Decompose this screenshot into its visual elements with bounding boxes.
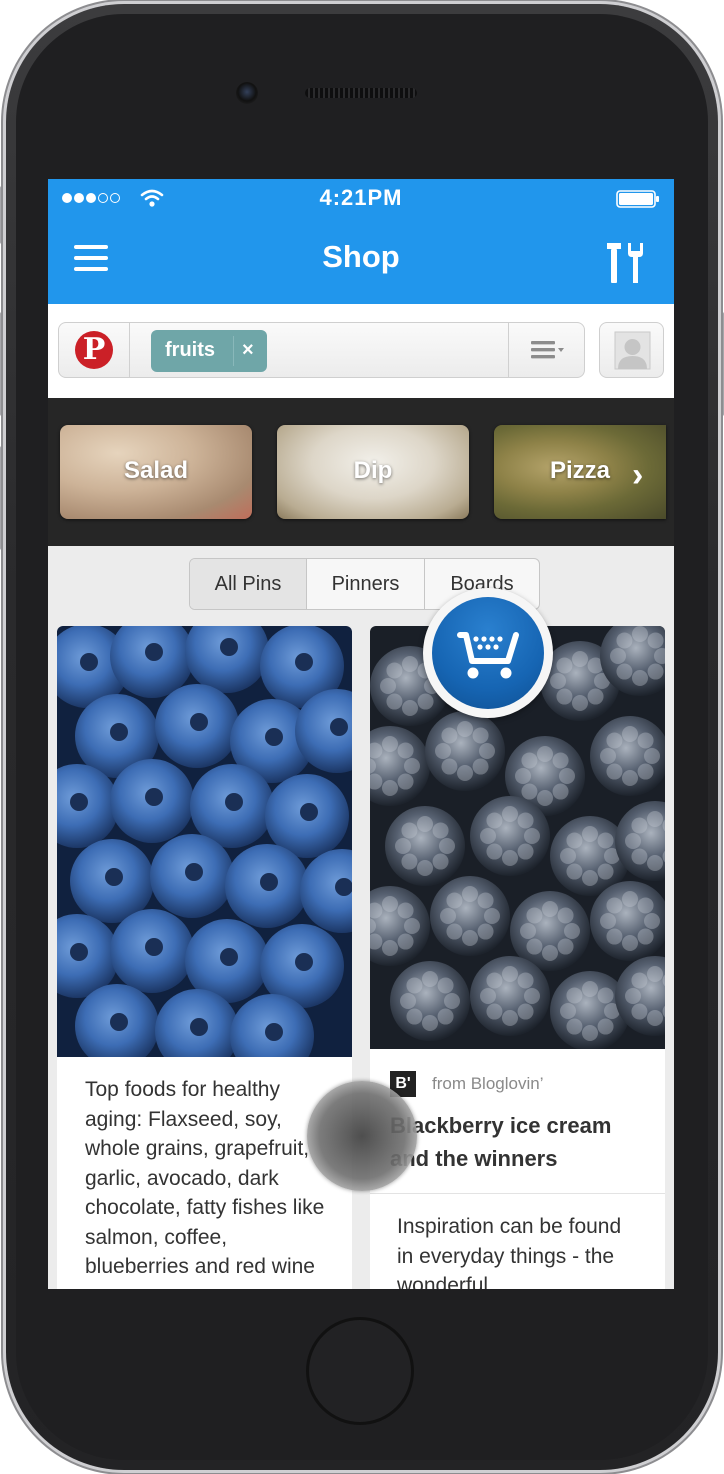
list-icon	[531, 341, 564, 359]
pinterest-logo[interactable]: P	[59, 323, 130, 377]
category-card-salad[interactable]: Salad	[60, 425, 252, 519]
home-button[interactable]	[306, 1317, 414, 1425]
remove-tag-icon[interactable]: ×	[242, 339, 254, 362]
pin-title[interactable]: Blackberry ice cream and the winners	[390, 1109, 650, 1175]
search-tag-chip[interactable]: fruits ×	[151, 330, 267, 372]
pin-source[interactable]: from Bloglovin’	[432, 1074, 544, 1094]
category-carousel: Salad Dip Pizza ›	[48, 398, 674, 546]
front-camera	[236, 82, 258, 104]
cart-icon	[457, 632, 519, 679]
card-divider	[370, 1193, 665, 1194]
touch-indicator	[307, 1081, 417, 1191]
profile-button[interactable]	[599, 322, 664, 378]
category-card-dip[interactable]: Dip	[277, 425, 469, 519]
category-label: Dip	[353, 457, 393, 484]
app-header: 4:21PM Shop	[48, 179, 674, 304]
pinterest-icon: P	[75, 331, 113, 369]
pin-description: Top foods for healthy aging: Flaxseed, s…	[85, 1078, 325, 1278]
search-input[interactable]: P fruits ×	[58, 322, 585, 378]
chip-divider	[233, 336, 234, 366]
pin-image-blueberries	[57, 626, 352, 1057]
pin-card-blackberries[interactable]: B' from Bloglovin’ Blackberry ice cream …	[370, 626, 665, 1289]
search-tag-label: fruits	[165, 339, 215, 361]
search-bar-area: P fruits ×	[48, 304, 674, 398]
user-icon	[614, 331, 651, 370]
list-options-button[interactable]	[508, 323, 585, 377]
page-title: Shop	[322, 239, 400, 274]
status-bar: 4:21PM	[48, 179, 674, 219]
shopping-cart-button[interactable]	[423, 588, 553, 718]
pin-card-blueberries[interactable]: Top foods for healthy aging: Flaxseed, s…	[57, 626, 352, 1289]
chevron-right-icon[interactable]: ›	[632, 456, 643, 495]
status-time: 4:21PM	[319, 185, 403, 210]
battery-icon	[616, 190, 659, 208]
tools-icon[interactable]	[604, 241, 644, 285]
earpiece-speaker	[305, 88, 417, 98]
power-button	[718, 312, 724, 416]
category-label: Salad	[123, 457, 189, 484]
pin-description: Inspiration can be found in everyday thi…	[397, 1215, 622, 1289]
tab-pinners[interactable]: Pinners	[307, 559, 425, 609]
tab-all-pins[interactable]: All Pins	[190, 559, 307, 609]
